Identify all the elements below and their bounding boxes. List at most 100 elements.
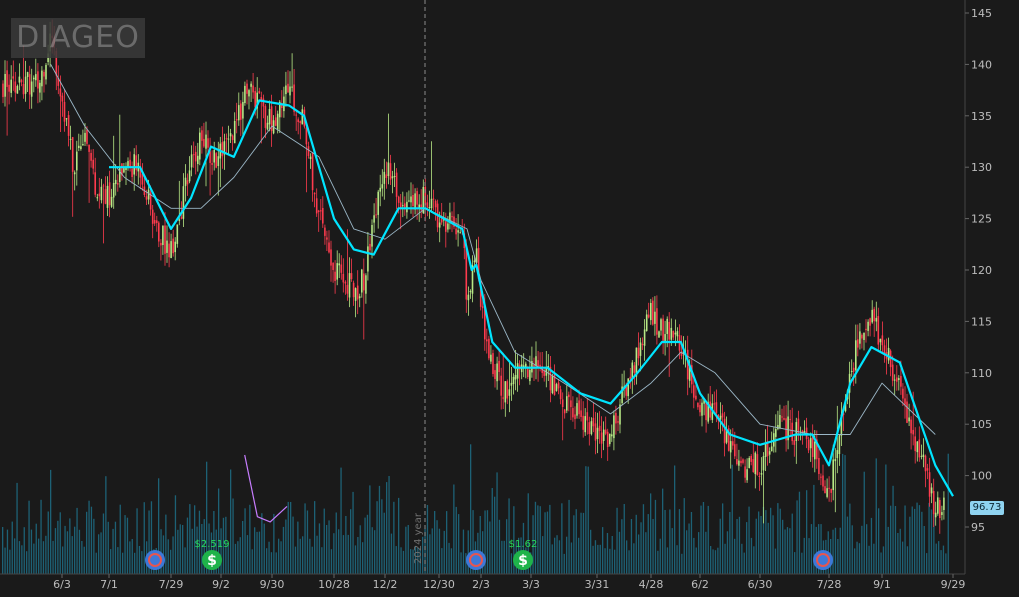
candle-body (18, 76, 21, 83)
candle-body (939, 500, 941, 518)
candle-body (59, 88, 62, 97)
volume-bar (539, 506, 541, 574)
candle-body (928, 472, 931, 497)
volume-bar (549, 504, 551, 574)
volume-bar (738, 516, 741, 574)
volume-bar (714, 550, 717, 574)
volume-bar (700, 505, 702, 574)
volume-bar (88, 500, 90, 574)
candle-body (604, 429, 607, 434)
candle-body (906, 401, 908, 423)
candle-body (328, 242, 330, 253)
volume-bar (26, 551, 28, 574)
candle-body (777, 425, 779, 430)
candle-body (713, 403, 716, 405)
candle-body (937, 497, 939, 514)
volume-bar (50, 469, 52, 574)
volume-bar (599, 544, 601, 574)
symbol-watermark: DIAGEO (11, 18, 145, 58)
volume-bar (784, 529, 786, 574)
volume-bar (551, 544, 553, 574)
volume-bar (554, 537, 556, 574)
volume-bar (321, 547, 323, 574)
candle-body (504, 381, 507, 403)
stock-chart[interactable]: 2024 year 95 100 105 110 115 120 125 130 135 140 14… (0, 0, 1019, 593)
volume-bar (393, 501, 395, 574)
volume-bar (846, 516, 849, 574)
volume-bar (842, 453, 844, 574)
candle-body (807, 439, 810, 451)
volume-bar (410, 549, 412, 574)
volume-bar (789, 528, 791, 574)
candle-body (197, 155, 199, 164)
volume-bar (338, 529, 340, 574)
price-tick-label: 110 (971, 367, 992, 380)
candle-body (285, 85, 287, 95)
candle-body (836, 450, 839, 459)
volume-bar (926, 553, 928, 574)
candle-body (412, 195, 414, 206)
candle-body (69, 138, 72, 140)
volume-bar (940, 550, 942, 574)
volume-bar (467, 530, 469, 574)
candle-body (238, 105, 240, 121)
candle-body (82, 144, 84, 146)
candle-body (809, 438, 812, 449)
candle-body (934, 512, 937, 518)
candle-body (151, 209, 154, 224)
volume-bar (767, 522, 769, 574)
chart-canvas[interactable]: 2024 year 95 100 105 110 115 120 125 130 135 140 14… (0, 0, 1019, 593)
candle-body (346, 284, 349, 294)
candle-body (633, 365, 636, 373)
volume-bar (381, 499, 383, 574)
candle-body (664, 334, 666, 342)
candles (2, 19, 945, 534)
volume-bar (563, 553, 565, 574)
volume-bar (129, 541, 131, 574)
volume-bar (6, 529, 9, 574)
candle-body (887, 347, 890, 361)
candle-body (592, 417, 595, 427)
candle-body (811, 436, 814, 457)
volume-bar (542, 536, 544, 574)
candle-body (598, 425, 601, 432)
candle-body (535, 356, 537, 366)
volume-bar (45, 535, 47, 574)
volume-bar (796, 500, 798, 574)
candle-body (342, 273, 345, 283)
candle-body (510, 382, 513, 386)
volume-bar (616, 507, 618, 574)
volume-bar (777, 503, 779, 574)
candle-body (184, 177, 187, 187)
candle-body (879, 338, 882, 343)
candle-body (563, 409, 566, 414)
volume-bar (806, 490, 808, 574)
candle-body (643, 329, 646, 346)
volume-bar (256, 531, 258, 574)
candle-body (358, 296, 361, 299)
candle-body (168, 243, 170, 258)
volume-bar (597, 544, 599, 574)
candle-body (875, 317, 878, 322)
volume-bar (400, 547, 402, 574)
candle-body (235, 119, 238, 121)
candle-body (162, 225, 164, 245)
candle-body (465, 246, 468, 300)
candle-body (941, 512, 943, 515)
volume-bar (786, 527, 789, 574)
candle-body (28, 74, 31, 95)
volume-bar (810, 524, 813, 574)
candle-body (88, 144, 90, 152)
volume-bar (316, 535, 318, 574)
candle-body (367, 246, 369, 272)
volume-bar (74, 526, 76, 574)
candle-body (176, 224, 179, 244)
candle-body (789, 418, 791, 420)
date-tick-label: 7/28 (817, 578, 842, 591)
volume-bar (748, 506, 750, 574)
candle-body (721, 413, 724, 418)
volume-bar (858, 543, 861, 574)
candle-body (305, 127, 308, 145)
volume-bar (297, 521, 299, 574)
candle-body (910, 419, 912, 434)
